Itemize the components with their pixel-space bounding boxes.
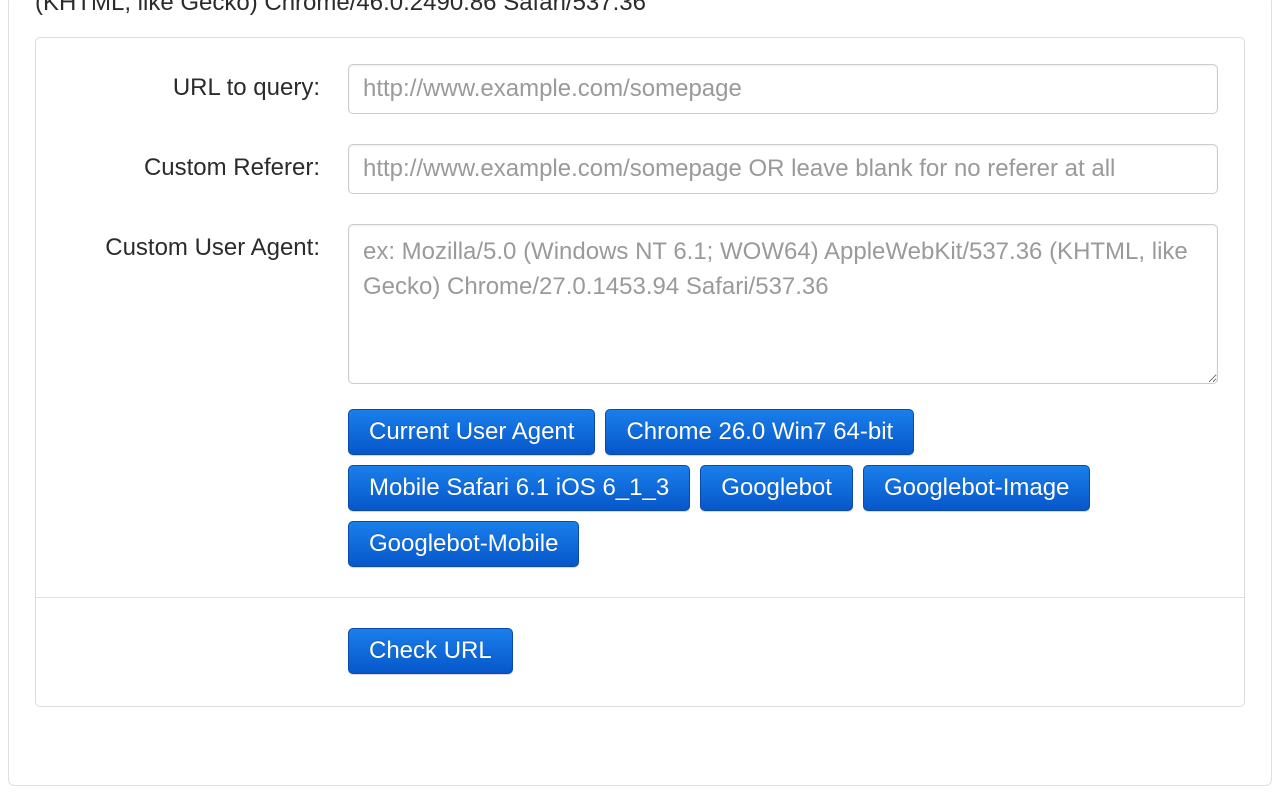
preset-current-useragent-button[interactable]: Current User Agent <box>348 409 595 455</box>
url-input[interactable] <box>348 64 1218 114</box>
useragent-row: Custom User Agent: Current User Agent Ch… <box>62 224 1218 567</box>
url-label: URL to query: <box>62 64 348 102</box>
useragent-textarea[interactable] <box>348 224 1218 384</box>
truncated-useragent-line: (KHTML, like Gecko) Chrome/46.0.2490.86 … <box>9 0 1271 29</box>
url-row: URL to query: <box>62 64 1218 114</box>
preset-googlebot-image-button[interactable]: Googlebot-Image <box>863 465 1090 511</box>
useragent-label: Custom User Agent: <box>62 224 348 262</box>
check-url-button[interactable]: Check URL <box>348 628 513 674</box>
referer-row: Custom Referer: <box>62 144 1218 194</box>
useragent-preset-buttons: Current User Agent Chrome 26.0 Win7 64-b… <box>348 409 1218 567</box>
preset-googlebot-button[interactable]: Googlebot <box>700 465 853 511</box>
preset-googlebot-mobile-button[interactable]: Googlebot-Mobile <box>348 521 579 567</box>
submit-row: Check URL <box>62 598 1218 706</box>
page-container: (KHTML, like Gecko) Chrome/46.0.2490.86 … <box>8 0 1272 786</box>
query-form-panel: URL to query: Custom Referer: Custom Use… <box>35 37 1245 707</box>
submit-spacer <box>62 628 348 674</box>
preset-mobile-safari-button[interactable]: Mobile Safari 6.1 iOS 6_1_3 <box>348 465 690 511</box>
referer-label: Custom Referer: <box>62 144 348 182</box>
referer-input[interactable] <box>348 144 1218 194</box>
preset-chrome26-button[interactable]: Chrome 26.0 Win7 64-bit <box>605 409 914 455</box>
